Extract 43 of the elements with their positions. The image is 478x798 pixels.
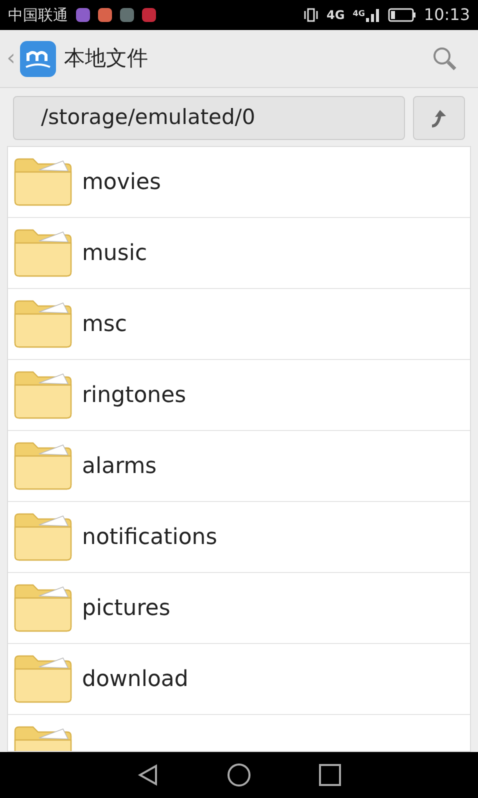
folder-name: notifications: [82, 524, 218, 552]
folder-icon: [13, 441, 73, 491]
clock: 10:13: [424, 4, 470, 26]
folder-icon: [13, 157, 73, 207]
folder-row[interactable]: music: [8, 218, 470, 289]
signal-network-type: 4G: [352, 8, 365, 20]
folder-name: movies: [82, 168, 162, 196]
folder-row[interactable]: msc: [8, 289, 470, 360]
app-notification-icon: [98, 8, 112, 22]
app-logo-icon: [20, 40, 56, 76]
signal-icon: [366, 8, 380, 22]
home-nav-icon[interactable]: [227, 763, 251, 787]
folder-row[interactable]: ringtones: [8, 360, 470, 431]
folder-icon: [13, 228, 73, 278]
network-type: 4G: [326, 7, 345, 24]
folder-name: msc: [82, 310, 127, 338]
screen-title: 本地文件: [64, 44, 148, 72]
carrier-name: 中国联通: [8, 4, 68, 26]
folder-row[interactable]: alarms: [8, 431, 470, 502]
folder-name: alarms: [82, 452, 157, 480]
battery-icon: [388, 8, 416, 22]
folder-name: music: [82, 240, 148, 268]
folder-row[interactable]: notifications: [8, 502, 470, 573]
app-notification-icon: [76, 8, 90, 22]
folder-row[interactable]: download: [8, 644, 470, 715]
folder-icon: [13, 370, 73, 420]
app-notification-icon: [142, 8, 156, 22]
folder-row[interactable]: pictures: [8, 573, 470, 644]
folder-name: ringtones: [82, 382, 186, 410]
folder-name: pictures: [82, 594, 170, 622]
folder-name: download: [82, 666, 188, 694]
folder-icon: [13, 583, 73, 633]
back-nav-icon[interactable]: [137, 764, 159, 786]
search-icon[interactable]: [432, 46, 458, 72]
folder-icon: [13, 512, 73, 562]
folder-icon: [13, 654, 73, 704]
recents-nav-icon[interactable]: [319, 764, 341, 786]
vibrate-icon: [302, 8, 319, 22]
folder-row[interactable]: movies: [8, 147, 470, 218]
app-notification-icon: [120, 8, 134, 22]
path-field[interactable]: /storage/emulated/0: [13, 96, 405, 140]
parent-folder-button[interactable]: [413, 96, 465, 140]
folder-icon: [13, 299, 73, 349]
